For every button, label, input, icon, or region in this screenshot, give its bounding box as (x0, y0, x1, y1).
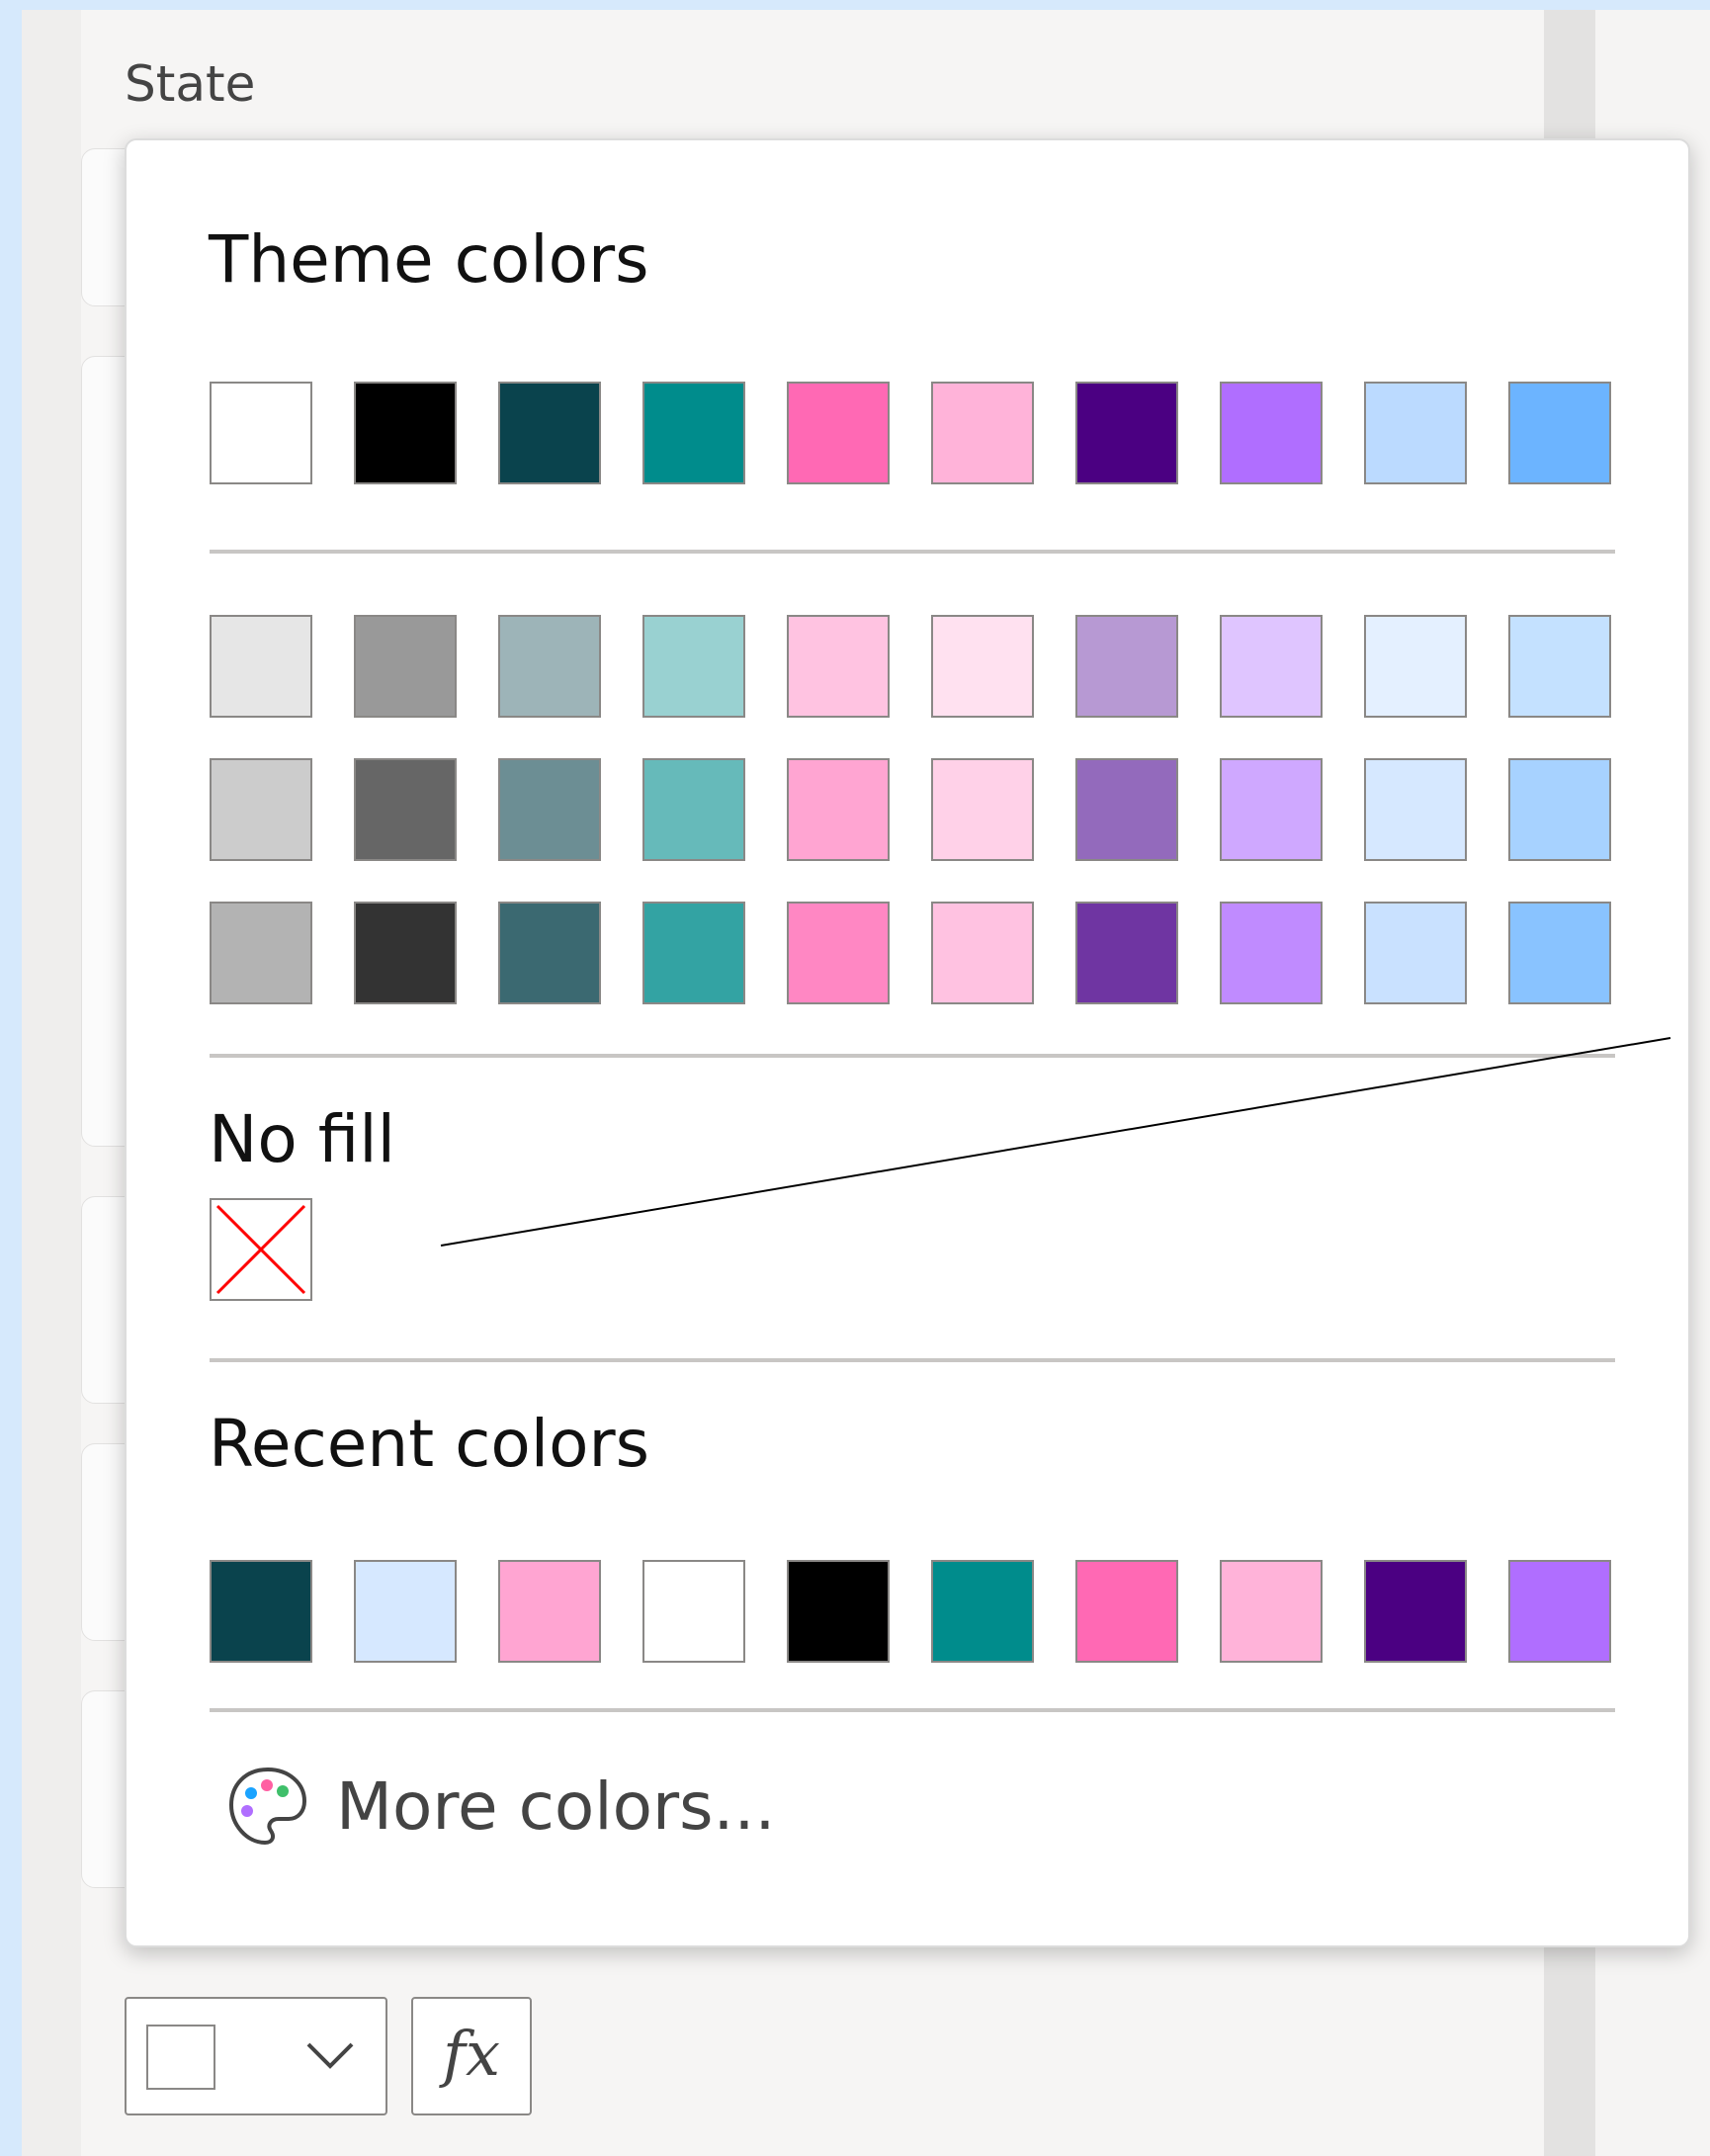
no-fill-swatch[interactable] (210, 1198, 312, 1301)
color-picker-button[interactable] (125, 1997, 387, 2115)
shade-color-swatch[interactable] (210, 902, 312, 1004)
recent-color-swatch[interactable] (931, 1560, 1034, 1663)
shade-color-swatch[interactable] (1220, 615, 1323, 718)
color-picker-popup: Theme colors No fill Recent colors More … (125, 138, 1690, 1947)
divider (210, 1708, 1615, 1712)
theme-colors-title: Theme colors (209, 221, 649, 298)
current-color-swatch (146, 2025, 215, 2090)
divider (210, 550, 1615, 554)
theme-color-swatch[interactable] (931, 382, 1034, 484)
shade-color-swatch[interactable] (1364, 902, 1467, 1004)
shade-color-swatch[interactable] (1220, 758, 1323, 861)
theme-color-swatch[interactable] (642, 382, 745, 484)
no-fill-title: No fill (209, 1101, 395, 1177)
shade-color-swatch[interactable] (1508, 758, 1611, 861)
shade-color-swatch[interactable] (787, 615, 890, 718)
theme-color-swatch[interactable] (1075, 382, 1178, 484)
shade-color-swatch[interactable] (498, 758, 601, 861)
shade-color-swatch[interactable] (1075, 615, 1178, 718)
chevron-down-icon (306, 2042, 354, 2069)
shade-color-swatch[interactable] (1075, 902, 1178, 1004)
field-label-state: State (125, 55, 256, 113)
recent-colors-title: Recent colors (209, 1406, 649, 1482)
theme-color-swatch[interactable] (498, 382, 601, 484)
theme-color-swatch[interactable] (1364, 382, 1467, 484)
shade-color-swatch[interactable] (787, 758, 890, 861)
shade-color-swatch[interactable] (498, 615, 601, 718)
shade-color-swatch[interactable] (642, 615, 745, 718)
shade-color-swatch[interactable] (1220, 902, 1323, 1004)
conditional-formatting-fx-button[interactable]: fx (411, 1997, 532, 2115)
shade-color-swatch[interactable] (1364, 615, 1467, 718)
recent-color-swatch[interactable] (787, 1560, 890, 1663)
shade-color-swatch[interactable] (354, 902, 457, 1004)
divider (210, 1054, 1615, 1058)
recent-color-swatch[interactable] (1075, 1560, 1178, 1663)
shade-color-swatch[interactable] (931, 615, 1034, 718)
shade-color-swatch[interactable] (498, 902, 601, 1004)
recent-color-swatch[interactable] (354, 1560, 457, 1663)
shade-color-swatch[interactable] (354, 758, 457, 861)
recent-color-swatch[interactable] (642, 1560, 745, 1663)
shade-color-swatch[interactable] (1364, 758, 1467, 861)
theme-color-swatch[interactable] (1220, 382, 1323, 484)
more-colors-button[interactable]: More colors... (225, 1762, 818, 1851)
divider (210, 1358, 1615, 1362)
shade-color-swatch[interactable] (1075, 758, 1178, 861)
shade-color-swatch[interactable] (787, 902, 890, 1004)
shade-color-swatch[interactable] (210, 615, 312, 718)
shade-color-swatch[interactable] (1508, 615, 1611, 718)
shade-color-swatch[interactable] (642, 758, 745, 861)
recent-color-swatch[interactable] (210, 1560, 312, 1663)
recent-color-swatch[interactable] (498, 1560, 601, 1663)
theme-color-swatch[interactable] (787, 382, 890, 484)
recent-color-swatch[interactable] (1364, 1560, 1467, 1663)
theme-color-swatch[interactable] (1508, 382, 1611, 484)
shade-color-swatch[interactable] (1508, 902, 1611, 1004)
shade-color-swatch[interactable] (931, 758, 1034, 861)
theme-color-swatch[interactable] (210, 382, 312, 484)
shade-color-swatch[interactable] (931, 902, 1034, 1004)
shade-color-swatch[interactable] (354, 615, 457, 718)
recent-color-swatch[interactable] (1508, 1560, 1611, 1663)
recent-color-swatch[interactable] (1220, 1560, 1323, 1663)
shade-color-swatch[interactable] (642, 902, 745, 1004)
theme-color-swatch[interactable] (354, 382, 457, 484)
palette-icon (228, 1767, 307, 1846)
no-fill-x-icon (215, 1204, 306, 1295)
shade-color-swatch[interactable] (210, 758, 312, 861)
more-colors-label: More colors... (336, 1768, 776, 1845)
